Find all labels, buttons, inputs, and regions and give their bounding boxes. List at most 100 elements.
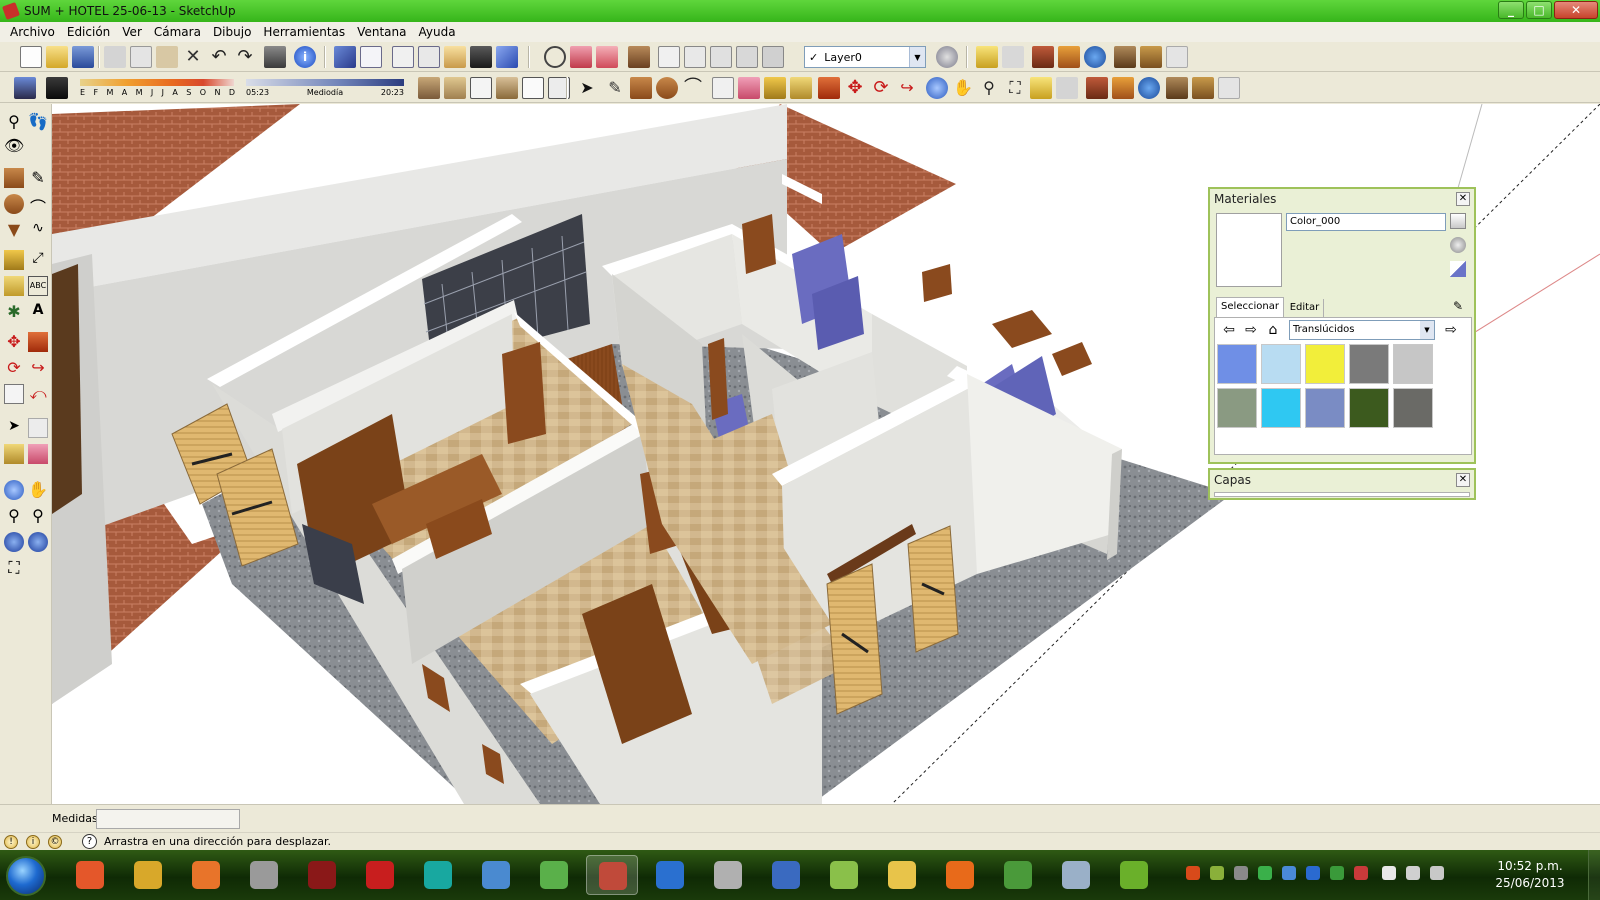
- menu-ayuda[interactable]: Ayuda: [412, 25, 461, 39]
- layers-close-button[interactable]: ✕: [1456, 473, 1470, 487]
- front-view-icon[interactable]: [392, 46, 414, 68]
- right-view-icon[interactable]: [418, 46, 440, 68]
- default-material-icon[interactable]: [1450, 261, 1466, 277]
- new-file-icon[interactable]: [20, 46, 42, 68]
- tray-security-icon[interactable]: [1330, 866, 1344, 880]
- menu-archivo[interactable]: Archivo: [4, 25, 61, 39]
- help-icon[interactable]: ?: [82, 834, 97, 849]
- push-pull-icon[interactable]: [818, 77, 840, 99]
- material-swatch[interactable]: [1305, 388, 1345, 428]
- material-swatch[interactable]: [1393, 388, 1433, 428]
- taskbar-app-notes[interactable]: [818, 855, 870, 895]
- taskbar-app-plant[interactable]: [528, 855, 580, 895]
- back-view-icon[interactable]: [444, 46, 466, 68]
- taskbar-app-paint[interactable]: [1050, 855, 1102, 895]
- taskbar-app-acrobat[interactable]: [354, 855, 406, 895]
- material-swatch[interactable]: [1349, 344, 1389, 384]
- taskbar-app-tools[interactable]: [702, 855, 754, 895]
- pan-tool-icon[interactable]: ✋: [28, 480, 48, 500]
- google-earth-icon[interactable]: [1138, 77, 1160, 99]
- house-side-icon[interactable]: [496, 77, 518, 99]
- monochrome-icon[interactable]: [762, 46, 784, 68]
- match-photo-icon[interactable]: [1056, 77, 1078, 99]
- tray-bluetooth-icon[interactable]: [1306, 866, 1320, 880]
- house-iso-icon[interactable]: [418, 77, 440, 99]
- taskbar-app-earth[interactable]: [644, 855, 696, 895]
- taskbar-app-folder[interactable]: [876, 855, 928, 895]
- get-location-icon[interactable]: [1084, 46, 1106, 68]
- rotate-tool-icon[interactable]: ⟳: [4, 358, 24, 378]
- layer-dropdown[interactable]: ✓ Layer0 ▼: [804, 46, 926, 68]
- next-view-icon[interactable]: [28, 532, 48, 552]
- add-scene-icon[interactable]: [1030, 77, 1052, 99]
- orbit-tool-icon[interactable]: [4, 480, 24, 500]
- rectangle-tool-icon[interactable]: [4, 168, 24, 188]
- menu-herramientas[interactable]: Herramientas: [257, 25, 351, 39]
- rotate-icon[interactable]: ⟳: [870, 77, 892, 99]
- model-info-icon[interactable]: i: [294, 46, 316, 68]
- start-button[interactable]: [6, 856, 46, 896]
- material-swatch[interactable]: [1393, 344, 1433, 384]
- forward-icon[interactable]: ⇨: [1243, 322, 1259, 338]
- open-folder-icon[interactable]: [46, 46, 68, 68]
- iso-view-icon[interactable]: [334, 46, 356, 68]
- paint-bucket-icon[interactable]: [790, 77, 812, 99]
- offset-tool-icon[interactable]: ⤺: [28, 384, 48, 404]
- save-icon[interactable]: [72, 46, 94, 68]
- drawing-area[interactable]: Materiales ✕ Color_000 Seleccionar Edita…: [52, 104, 1600, 804]
- orbit-icon[interactable]: [926, 77, 948, 99]
- pencil-tool-icon[interactable]: ✎: [28, 168, 48, 188]
- collection-dropdown[interactable]: Translúcidos ▼: [1289, 320, 1435, 340]
- material-swatch[interactable]: [1305, 344, 1345, 384]
- taskbar-app-firefox-alt[interactable]: [64, 855, 116, 895]
- close-button[interactable]: ✕: [1554, 1, 1598, 19]
- pan-hand-icon[interactable]: ✋: [952, 77, 974, 99]
- section-plane-icon[interactable]: [570, 46, 592, 68]
- scenes-icon[interactable]: [976, 46, 998, 68]
- tray-monitor-icon[interactable]: [1406, 866, 1420, 880]
- stamp-icon[interactable]: [1112, 77, 1134, 99]
- tray-tool-icon[interactable]: [1210, 866, 1224, 880]
- credits-status-icon[interactable]: i: [26, 835, 40, 849]
- paste-icon[interactable]: [156, 46, 178, 68]
- material-name-field[interactable]: Color_000: [1286, 213, 1446, 231]
- xray-icon[interactable]: [658, 46, 680, 68]
- followme-tool-icon[interactable]: ↪: [28, 358, 48, 378]
- zoom-extents-icon[interactable]: ⛶: [1004, 77, 1026, 99]
- taskbar-app-flight[interactable]: [470, 855, 522, 895]
- undo-icon[interactable]: ↶: [208, 46, 230, 68]
- print-icon[interactable]: [264, 46, 286, 68]
- material-swatch[interactable]: [1217, 344, 1257, 384]
- layer-manager-icon[interactable]: [936, 46, 958, 68]
- tray-dropbox-icon[interactable]: [1282, 866, 1296, 880]
- tray-settings-icon[interactable]: [1234, 866, 1248, 880]
- taskbar-app-pinnacle[interactable]: [238, 855, 290, 895]
- taskbar-app-chrome[interactable]: [992, 855, 1044, 895]
- make-component-icon[interactable]: [712, 77, 734, 99]
- hidden-line-icon[interactable]: [710, 46, 732, 68]
- taskbar-app-media-player[interactable]: [180, 855, 232, 895]
- shadow-settings-icon[interactable]: [14, 77, 36, 99]
- materials-close-button[interactable]: ✕: [1456, 192, 1470, 206]
- copyright-status-icon[interactable]: ©: [48, 835, 62, 849]
- display-shadows-icon[interactable]: [46, 77, 68, 99]
- back-icon[interactable]: ⇦: [1221, 322, 1237, 338]
- pushpull-tool-icon[interactable]: [28, 332, 48, 352]
- tab-editar[interactable]: Editar: [1286, 299, 1324, 317]
- tray-network-icon[interactable]: [1258, 866, 1272, 880]
- menu-dibujo[interactable]: Dibujo: [207, 25, 257, 39]
- axes-tool-icon[interactable]: ✱: [4, 302, 24, 322]
- tape-measure-icon[interactable]: [764, 77, 786, 99]
- zoom-extents-tool-icon[interactable]: ⛶: [4, 558, 24, 578]
- warehouse-icon[interactable]: [1166, 77, 1188, 99]
- home-icon[interactable]: ⌂: [1265, 322, 1281, 338]
- menu-camara[interactable]: Cámara: [148, 25, 207, 39]
- cut-icon[interactable]: [104, 46, 126, 68]
- left-view-icon[interactable]: [470, 46, 492, 68]
- taskbar-app-autocad[interactable]: [296, 855, 348, 895]
- delete-icon[interactable]: ✕: [182, 46, 204, 68]
- measurements-input[interactable]: [96, 809, 240, 829]
- components-icon[interactable]: [628, 46, 650, 68]
- tape-tool-icon[interactable]: [4, 250, 24, 270]
- wireframe-icon[interactable]: [684, 46, 706, 68]
